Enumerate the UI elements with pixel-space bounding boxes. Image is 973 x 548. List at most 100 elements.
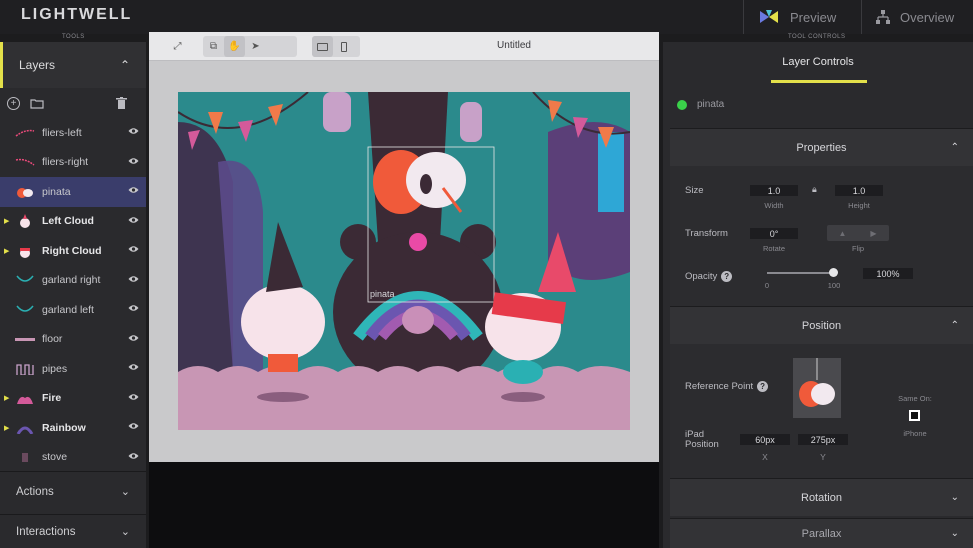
layer-list: fliers-left fliers-right pinata ▶ Left Cloud… — [0, 118, 146, 472]
position-body: Reference Point ? Same On: iPhone iPad P… — [670, 344, 973, 478]
layer-tools: + — [0, 88, 146, 118]
expand-caret-icon[interactable]: ▶ — [4, 217, 9, 225]
visibility-eye-icon[interactable] — [120, 275, 146, 286]
position-section[interactable]: Position ⌃ — [670, 306, 973, 344]
layer-row-pipes[interactable]: pipes — [0, 354, 146, 384]
layer-row-right-cloud[interactable]: ▶ Right Cloud — [0, 236, 146, 266]
rotate-field[interactable]: 0° — [750, 228, 798, 239]
help-icon[interactable]: ? — [721, 271, 733, 282]
expand-caret-icon[interactable]: ▶ — [4, 424, 9, 432]
chevron-up-icon: ⌃ — [119, 58, 130, 72]
layer-thumbnail — [14, 244, 36, 258]
layer-thumbnail — [14, 421, 36, 435]
visibility-eye-icon[interactable] — [120, 245, 146, 256]
opacity-max: 100 — [827, 281, 841, 290]
layer-controls-panel: Layer Controls pinata Properties ⌃ Size … — [663, 42, 973, 548]
layer-row-fliers-left[interactable]: fliers-left — [0, 118, 146, 148]
layer-row-fire[interactable]: ▶ Fire — [0, 384, 146, 414]
layer-row-stove[interactable]: stove — [0, 443, 146, 473]
height-caption: Height — [848, 201, 870, 210]
expand-caret-icon[interactable]: ▶ — [4, 247, 9, 255]
layers-header[interactable]: Layers ⌃ — [0, 42, 146, 88]
layer-row-left-cloud[interactable]: ▶ Left Cloud — [0, 207, 146, 237]
actions-section[interactable]: Actions ⌄ — [0, 471, 146, 511]
visibility-eye-icon[interactable] — [120, 393, 146, 404]
visibility-eye-icon[interactable] — [120, 363, 146, 374]
parallax-title: Parallax — [801, 527, 842, 540]
below-canvas — [149, 462, 659, 548]
layer-thumbnail — [14, 332, 36, 346]
tab-underline — [771, 80, 867, 83]
selected-layer: pinata — [677, 99, 724, 110]
opacity-slider-knob[interactable] — [828, 268, 838, 277]
folder-icon[interactable] — [30, 98, 44, 109]
opacity-field[interactable]: 100% — [863, 268, 913, 279]
layer-thumbnail — [14, 214, 36, 229]
visibility-eye-icon[interactable] — [120, 157, 146, 168]
sitemap-icon — [876, 10, 890, 24]
document-title: Untitled — [497, 40, 531, 51]
opacity-label: Opacity — [685, 271, 718, 282]
ipad-position-label: iPad Position — [685, 430, 719, 450]
preview-button[interactable]: Preview — [743, 0, 861, 34]
lock-icon[interactable]: 🔒︎ — [812, 184, 817, 195]
iphone-label: iPhone — [903, 429, 927, 438]
flip-horizontal-icon[interactable]: ▲ — [827, 225, 858, 241]
chevron-down-icon: ⌄ — [120, 486, 130, 498]
layer-name: pinata — [42, 185, 71, 198]
opacity-slider-track[interactable] — [767, 272, 833, 274]
layer-name: garland left — [42, 303, 94, 316]
visibility-eye-icon[interactable] — [120, 186, 146, 197]
layer-row-rainbow[interactable]: ▶ Rainbow — [0, 413, 146, 443]
layer-name: Left Cloud — [42, 215, 94, 228]
layer-name: fliers-right — [42, 156, 89, 169]
flip-vertical-icon[interactable]: ▶ — [858, 225, 889, 241]
overview-label: Overview — [900, 9, 955, 25]
y-caption: Y — [820, 452, 826, 462]
visibility-eye-icon[interactable] — [120, 216, 146, 227]
layer-row-floor[interactable]: floor — [0, 325, 146, 355]
overview-button[interactable]: Overview — [861, 0, 973, 34]
trash-icon[interactable] — [116, 97, 127, 109]
reference-point-picker[interactable] — [793, 358, 841, 418]
layers-panel: Layers ⌃ + fliers-left fliers-right pinata… — [0, 42, 146, 548]
iphone-checkbox[interactable] — [909, 410, 920, 421]
scene-canvas[interactable]: pinata — [178, 92, 630, 430]
layer-thumbnail — [14, 273, 36, 287]
status-dot — [677, 99, 687, 110]
help-icon[interactable]: ? — [757, 381, 769, 392]
chevron-down-icon: ⌄ — [950, 492, 959, 503]
app: LIGHTWELL Preview Overview TOOLS TOOL CO… — [0, 0, 973, 548]
add-layer-icon[interactable]: + — [7, 96, 20, 110]
x-position-field[interactable]: 60px — [740, 434, 790, 445]
chevron-up-icon: ⌃ — [950, 142, 959, 153]
visibility-eye-icon[interactable] — [120, 452, 146, 463]
layer-thumbnail — [14, 126, 36, 140]
visibility-eye-icon[interactable] — [120, 304, 146, 315]
layer-row-garland-left[interactable]: garland left — [0, 295, 146, 325]
layer-name: Fire — [42, 392, 62, 405]
width-field[interactable]: 1.0 — [750, 185, 798, 196]
selection-label: pinata — [370, 289, 395, 299]
y-position-field[interactable]: 275px — [798, 434, 848, 445]
properties-section[interactable]: Properties ⌃ — [670, 128, 973, 166]
layer-row-fliers-right[interactable]: fliers-right — [0, 148, 146, 178]
visibility-eye-icon[interactable] — [120, 334, 146, 345]
expand-caret-icon[interactable]: ▶ — [4, 394, 9, 402]
tools-label: TOOLS — [62, 34, 85, 40]
visibility-eye-icon[interactable] — [120, 127, 146, 138]
visibility-eye-icon[interactable] — [120, 422, 146, 433]
tab-layer-controls[interactable]: Layer Controls — [663, 42, 973, 82]
layer-name: pipes — [42, 362, 68, 375]
interactions-section[interactable]: Interactions ⌄ — [0, 514, 146, 548]
layer-row-garland-right[interactable]: garland right — [0, 266, 146, 296]
x-caption: X — [762, 452, 768, 462]
height-field[interactable]: 1.0 — [835, 185, 883, 196]
parallax-section[interactable]: Parallax ⌄ — [670, 518, 973, 548]
opacity-min: 0 — [764, 281, 770, 290]
transform-label: Transform — [685, 228, 728, 239]
same-on-label: Same On: — [898, 394, 932, 403]
rotation-section[interactable]: Rotation ⌄ — [670, 478, 973, 516]
layer-row-pinata[interactable]: pinata — [0, 177, 146, 207]
ipad-position-line2: Position — [685, 439, 719, 450]
